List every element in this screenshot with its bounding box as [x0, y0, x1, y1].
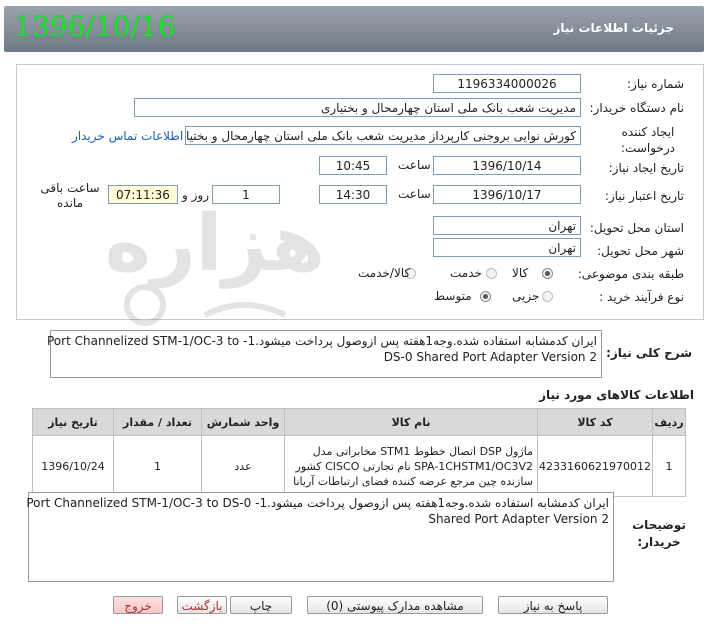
col-name: نام کالا: [284, 408, 539, 436]
need-number-label: شماره نیاز:: [627, 77, 684, 91]
general-desc-line1: ایران کدمشابه استفاده شده.وجه1هفته پس از…: [47, 334, 597, 348]
cell-unit: عدد: [201, 435, 286, 497]
general-desc-line2: DS-0 Shared Port Adapter Version 2: [383, 350, 597, 364]
col-date: تاریخ نیاز: [31, 408, 115, 436]
process-radio-medium[interactable]: [480, 291, 491, 302]
items-section-title: اطلاعات کالاهای مورد نیاز: [539, 388, 694, 402]
province-label: استان محل تحویل:: [589, 221, 684, 235]
cell-qty: 1: [113, 435, 203, 497]
category-option-goods-service: کالا/خدمت: [358, 266, 411, 280]
cell-name: ماژول DSP اتصال خطوط STM1 مخابراتی مدل S…: [284, 435, 539, 497]
page-header: 1396/10/16 جزئیات اطلاعات نیاز: [4, 6, 704, 52]
view-attachments-button[interactable]: مشاهده مدارک پیوستی (0): [307, 596, 483, 614]
created-time-label: ساعت: [398, 158, 431, 172]
col-code: کد کالا: [537, 408, 653, 436]
print-button[interactable]: چاپ: [230, 596, 292, 614]
category-option-goods: کالا: [512, 266, 529, 280]
created-date-field: 1396/10/14: [433, 156, 581, 175]
requester-label-text: ایجاد کننده درخواست:: [621, 125, 675, 155]
category-radio-service[interactable]: [486, 268, 497, 279]
days-label: روز و: [182, 188, 209, 202]
buyer-notes-box: ایران کدمشابه استفاده شده.وجه1هفته پس از…: [26, 492, 614, 582]
validity-date-field: 1396/10/17: [433, 185, 581, 204]
buyer-label: نام دستگاه خریدار:: [589, 101, 685, 115]
city-field: تهران: [433, 238, 581, 257]
buyer-notes-line1: ایران کدمشابه استفاده شده.وجه1هفته پس از…: [26, 496, 609, 510]
category-label: طبقه بندی موضوعی:: [577, 267, 684, 281]
general-desc-label: شرح کلی نیاز:: [606, 346, 692, 360]
items-table-header: ردیف کد کالا نام کالا واحد شمارش تعداد /…: [31, 408, 686, 436]
validity-time-label: ساعت: [398, 187, 431, 201]
province-field: تهران: [433, 216, 581, 235]
back-button[interactable]: بازگشت: [177, 596, 227, 614]
process-option-minor: جزیی: [512, 289, 540, 303]
validity-time-field: 14:30: [319, 185, 387, 204]
page-title: جزئیات اطلاعات نیاز: [553, 21, 674, 35]
col-unit: واحد شمارش: [201, 408, 286, 436]
col-qty: تعداد / مقدار: [113, 408, 203, 436]
process-label: نوع فرآیند خرید :: [599, 290, 684, 304]
category-radio-goods[interactable]: [542, 268, 553, 279]
validity-date-label: تاریخ اعتبار نیاز:: [604, 189, 684, 203]
remaining-days-field: 1: [212, 185, 280, 204]
created-date-label: تاریخ ایجاد نیاز:: [608, 161, 684, 175]
exit-button[interactable]: خروج: [113, 596, 163, 614]
general-desc-box: ایران کدمشابه استفاده شده.وجه1هفته پس از…: [47, 330, 602, 378]
buyer-field: مدیریت شعب بانک ملی استان چهارمحال و بخت…: [134, 98, 581, 117]
buyer-contact-link[interactable]: اطلاعات تماس خریدار: [72, 129, 183, 143]
reply-button[interactable]: پاسخ به نیاز: [498, 596, 608, 614]
city-label: شهر محل تحویل:: [597, 244, 684, 258]
process-option-medium: متوسط: [434, 289, 472, 303]
items-table: ردیف کد کالا نام کالا واحد شمارش تعداد /…: [31, 408, 686, 497]
cell-code: 4233160621970012: [537, 435, 653, 497]
process-radio-minor[interactable]: [542, 291, 553, 302]
watermark-text: هزاره: [105, 199, 325, 289]
requester-label: ایجاد کننده درخواست:: [612, 124, 684, 156]
requester-field: کورش نوایی بروجنی کارپرداز مدیریت شعب با…: [185, 126, 581, 145]
buyer-notes-label: توضیحات خریدار:: [632, 518, 686, 549]
created-time-field: 10:45: [319, 156, 387, 175]
remaining-label: ساعت باقی مانده: [40, 181, 100, 210]
remaining-time-field: 07:11:36: [108, 185, 178, 204]
buyer-notes-line2: Shared Port Adapter Version 2: [428, 512, 609, 526]
col-row: ردیف: [652, 408, 686, 436]
category-option-service: خدمت: [450, 266, 482, 280]
need-number-field: 1196334000026: [433, 74, 581, 93]
cell-row: 1: [652, 435, 686, 497]
header-date: 1396/10/16: [14, 10, 176, 43]
table-row: 1 4233160621970012 ماژول DSP اتصال خطوط …: [31, 435, 686, 497]
cell-date: 1396/10/24: [31, 435, 115, 497]
